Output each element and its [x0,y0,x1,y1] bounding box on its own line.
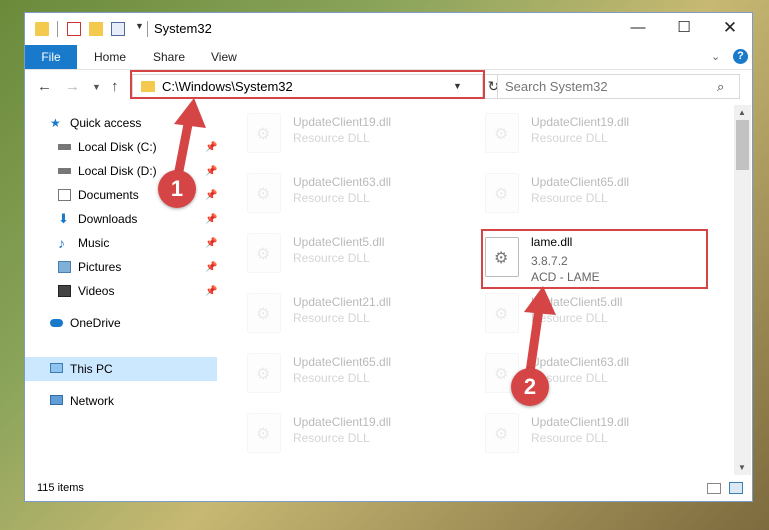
step-1-marker: 1 [158,170,196,208]
recent-locations-icon[interactable]: ▼ [92,82,101,92]
item-count: 115 items [37,482,84,494]
vertical-scrollbar[interactable]: ▲ ▼ [734,105,751,475]
search-icon[interactable]: ⌕ [717,79,724,95]
maximize-button[interactable]: ☐ [661,13,707,45]
sidebar-item-local-disk-d[interactable]: Local Disk (D:) [58,159,218,183]
dll-file-icon [247,413,281,453]
computer-icon [50,363,63,373]
list-item[interactable]: UpdateClient21.dll Resource DLL [247,287,477,337]
list-item[interactable]: UpdateClient5.dll Resource DLL [247,227,477,277]
minimize-button[interactable]: — [615,13,661,45]
dll-file-icon [485,113,519,153]
sidebar-item-network[interactable]: Network [50,389,210,413]
list-item[interactable]: UpdateClient65.dll Resource DLL [485,167,715,217]
pin-icon[interactable]: 📌 [205,238,217,249]
divider [147,21,148,37]
list-item[interactable]: UpdateClient19.dll Resource DLL [485,107,715,157]
search-box[interactable]: ⌕ [497,74,740,99]
file-list: UpdateClient19.dll Resource DLL UpdateCl… [217,105,734,475]
dll-file-icon [485,293,519,333]
title-bar: ▼ System32 — ☐ ✕ [25,13,752,45]
cloud-icon [50,319,63,327]
download-icon: ⬇ [58,211,69,226]
sidebar-item-pictures[interactable]: Pictures [58,255,218,279]
scroll-up-icon[interactable]: ▲ [738,108,746,117]
tab-view[interactable]: View [211,45,237,69]
pin-icon[interactable]: 📌 [205,142,217,153]
sidebar-item-videos[interactable]: Videos [58,279,218,303]
forward-arrow-icon[interactable]: → [65,78,80,95]
address-highlight-box [130,70,485,99]
sidebar-item-music[interactable]: ♪ Music [58,231,218,255]
tab-file[interactable]: File [25,45,77,69]
dll-file-icon [247,173,281,213]
pin-icon[interactable]: 📌 [205,262,217,273]
window-title: System32 [154,21,212,36]
up-arrow-icon[interactable]: ↑ [111,78,119,95]
navigation-pane: ★ Quick access Local Disk (C:) 📌 Local D… [25,105,217,475]
folder-icon[interactable] [35,22,49,36]
pictures-icon [58,261,71,273]
file-highlight-box [481,229,708,289]
videos-icon [58,285,71,297]
status-bar: 115 items [25,475,752,501]
customize-toolbar-icon[interactable]: ▼ [135,21,144,31]
dll-file-icon [247,113,281,153]
divider [57,21,58,37]
large-icons-view-icon[interactable] [729,482,743,494]
sidebar-item-this-pc[interactable]: This PC [50,357,210,381]
drive-icon [58,144,71,150]
properties-check-icon[interactable] [67,22,81,36]
sidebar-item-local-disk-c[interactable]: Local Disk (C:) [58,135,218,159]
details-view-icon[interactable] [707,483,721,494]
list-item[interactable]: UpdateClient19.dll Resource DLL [247,107,477,157]
dll-file-icon [247,293,281,333]
scroll-down-icon[interactable]: ▼ [738,463,746,472]
pin-icon[interactable]: 📌 [205,286,217,297]
tab-share[interactable]: Share [153,45,185,69]
sidebar-item-quick-access[interactable]: ★ Quick access [50,111,210,135]
close-button[interactable]: ✕ [707,13,753,45]
new-folder-icon[interactable] [89,22,103,36]
list-item[interactable]: UpdateClient19.dll Resource DLL [485,407,715,457]
sidebar-item-onedrive[interactable]: OneDrive [50,311,210,335]
list-item[interactable]: UpdateClient65.dll Resource DLL [247,347,477,397]
pin-icon[interactable]: 📌 [205,166,217,177]
drive-icon [58,168,71,174]
list-item[interactable]: UpdateClient63.dll Resource DLL [247,167,477,217]
expand-ribbon-icon[interactable]: ⌄ [711,50,720,63]
dll-file-icon [485,173,519,213]
dll-file-icon [247,353,281,393]
search-input[interactable] [505,79,705,94]
pin-icon[interactable]: 📌 [205,214,217,225]
dll-file-icon [247,233,281,273]
music-icon: ♪ [58,235,65,251]
sidebar-item-downloads[interactable]: ⬇ Downloads [58,207,218,231]
star-icon: ★ [50,116,61,130]
network-icon [50,395,63,405]
documents-icon [58,189,71,201]
help-icon[interactable]: ? [733,49,748,64]
list-item[interactable]: UpdateClient19.dll Resource DLL [247,407,477,457]
step-2-marker: 2 [511,368,549,406]
back-arrow-icon[interactable]: ← [37,78,52,95]
dll-file-icon [485,413,519,453]
ribbon-tabs: File Home Share View ⌄ ? [25,45,752,70]
view-properties-icon[interactable] [111,22,125,36]
tab-home[interactable]: Home [94,45,126,69]
pin-icon[interactable]: 📌 [205,190,217,201]
list-item[interactable]: UpdateClient5.dll Resource DLL [485,287,715,337]
scrollbar-thumb[interactable] [736,120,749,170]
